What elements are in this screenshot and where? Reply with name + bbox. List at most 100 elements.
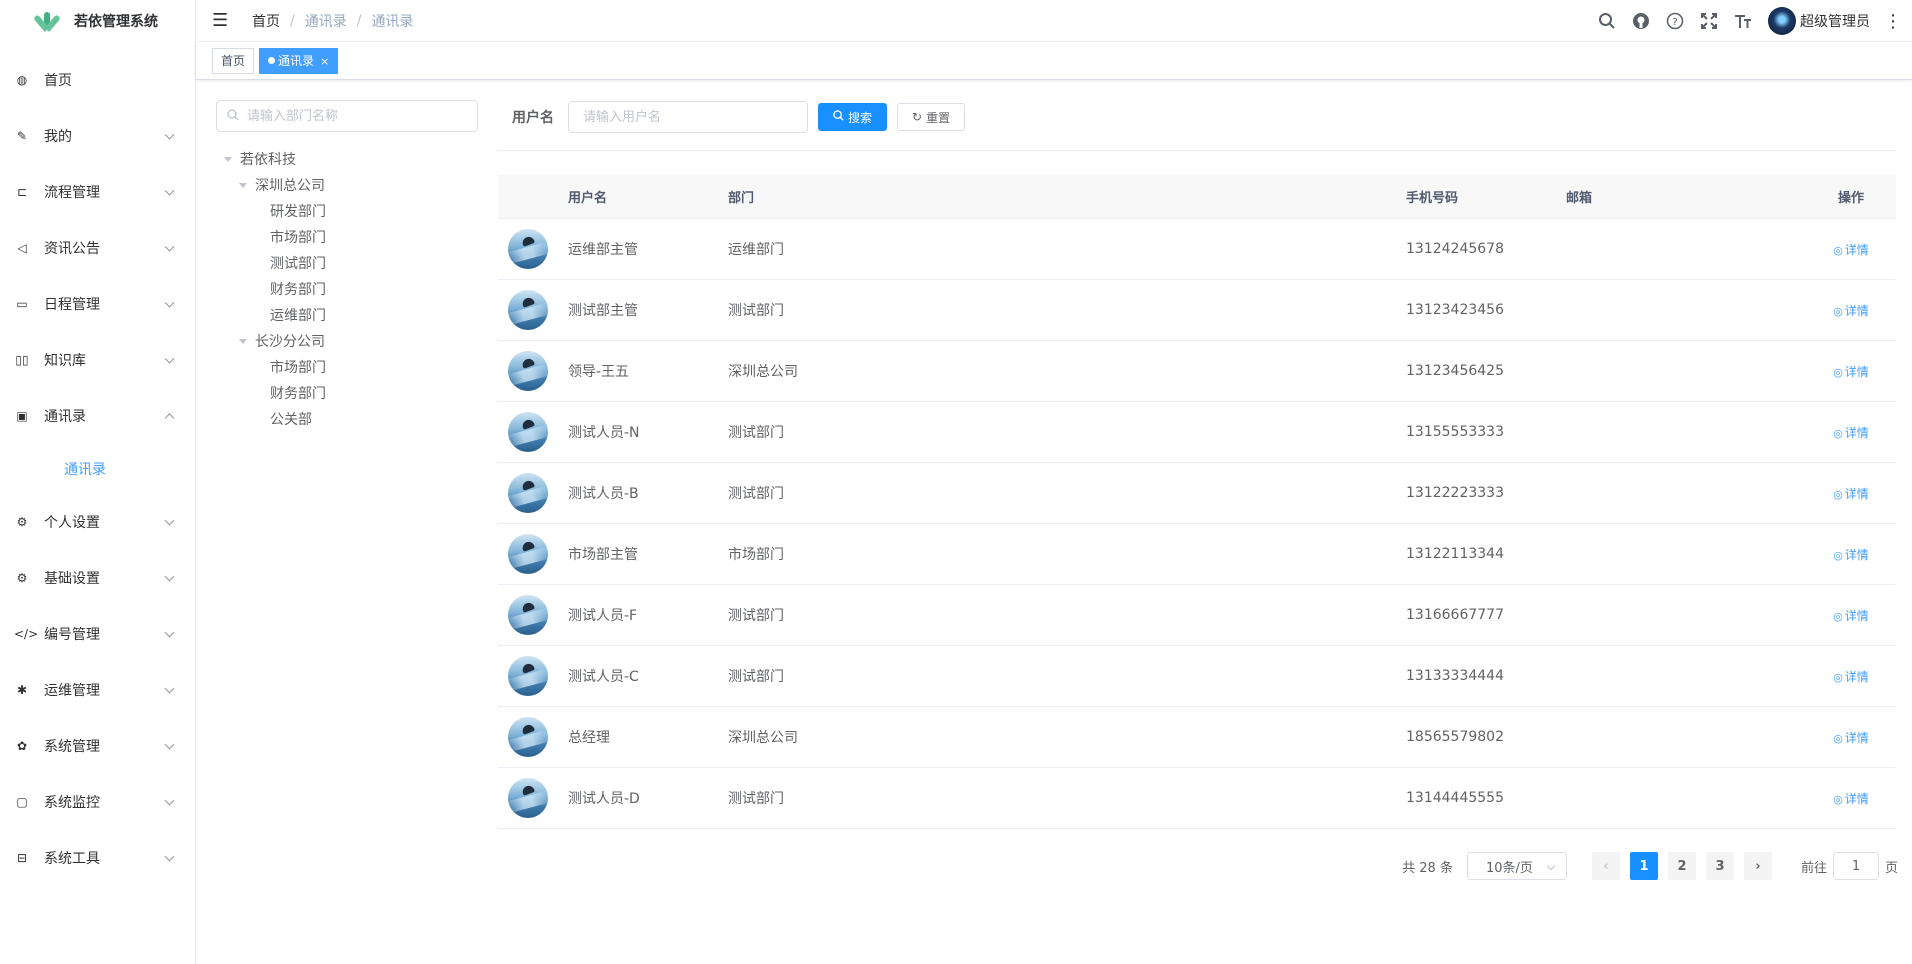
active-dot-icon: [268, 56, 276, 64]
avatar: [508, 534, 548, 574]
sidebar-item[interactable]: ⚙ 基础设置: [0, 550, 195, 606]
sidebar-item[interactable]: ✿ 系统管理: [0, 718, 195, 774]
fullscreen-icon[interactable]: [1692, 0, 1726, 42]
breadcrumb-item[interactable]: 首页: [252, 11, 280, 31]
breadcrumb-item[interactable]: 通讯录: [305, 11, 347, 31]
contacts-icon: ▣: [16, 409, 28, 423]
main-content: 用户名 搜索 ↻ 重置 用户名 部门 手机号码 邮箱 操作 运维部主管 运维部门 1…: [498, 100, 1896, 829]
table-row: 测试人员-B 测试部门 13122223333 ◎ 详情: [498, 463, 1896, 524]
detail-link[interactable]: ◎ 详情: [1833, 670, 1869, 684]
tree-node[interactable]: 财务部门: [216, 380, 478, 406]
table-row: 测试人员-N 测试部门 13155553333 ◎ 详情: [498, 402, 1896, 463]
page-button[interactable]: 3: [1705, 852, 1734, 880]
detail-link[interactable]: ◎ 详情: [1833, 487, 1869, 501]
avatar: [508, 229, 548, 269]
caret-down-icon[interactable]: [239, 338, 247, 344]
bug-icon: ✱: [16, 683, 28, 697]
eye-icon: ◎: [1833, 670, 1843, 684]
dept-search: [216, 100, 478, 132]
detail-link[interactable]: ◎ 详情: [1833, 731, 1869, 745]
cell-phone: 18565579802: [1406, 729, 1504, 745]
sidebar-item[interactable]: ✎ 我的: [0, 108, 195, 164]
cell-dept: 测试部门: [728, 669, 784, 685]
app-title: 若依管理系统: [74, 14, 158, 30]
caret-down-icon[interactable]: [239, 182, 247, 188]
sidebar-item[interactable]: ▢ 系统监控: [0, 774, 195, 830]
navbar: ☰ 首页 / 通讯录 / 通讯录 ? 超级管理员 ⋮: [196, 0, 1912, 42]
cell-dept: 测试部门: [728, 486, 784, 502]
tree-node[interactable]: 财务部门: [216, 276, 478, 302]
user-menu[interactable]: 超级管理员: [1768, 7, 1870, 35]
tree-node-label: 财务部门: [270, 282, 326, 298]
cell-dept: 运维部门: [728, 242, 784, 258]
page-button[interactable]: 1: [1629, 852, 1658, 880]
user-table: 用户名 部门 手机号码 邮箱 操作 运维部主管 运维部门 13124245678 ◎ 详…: [498, 175, 1896, 829]
search-icon: [833, 110, 844, 124]
detail-link[interactable]: ◎ 详情: [1833, 548, 1869, 562]
table-row: 测试部主管 测试部门 13123423456 ◎ 详情: [498, 280, 1896, 341]
tree-node[interactable]: 运维部门: [216, 302, 478, 328]
tree-node[interactable]: 测试部门: [216, 250, 478, 276]
hamburger-icon[interactable]: ☰: [212, 10, 232, 31]
sidebar-item[interactable]: ▣ 通讯录: [0, 388, 195, 444]
table-row: 市场部主管 市场部门 13122113344 ◎ 详情: [498, 524, 1896, 585]
dashboard-icon: ◍: [16, 73, 28, 87]
sidebar-item[interactable]: ⚙ 个人设置: [0, 494, 195, 550]
sidebar-item[interactable]: ⊏ 流程管理: [0, 164, 195, 220]
column-header: 邮箱: [1566, 191, 1593, 206]
font-size-icon[interactable]: [1726, 0, 1760, 42]
tree-node[interactable]: 长沙分公司: [216, 328, 478, 354]
sidebar-item[interactable]: ◁ 资讯公告: [0, 220, 195, 276]
chevron-down-icon: [164, 683, 175, 694]
detail-link[interactable]: ◎ 详情: [1833, 243, 1869, 257]
cell-phone: 13133334444: [1406, 668, 1504, 684]
sidebar-item[interactable]: </> 编号管理: [0, 606, 195, 662]
more-icon[interactable]: ⋮: [1884, 11, 1902, 32]
sidebar-item-label: 日程管理: [44, 297, 100, 313]
reset-button[interactable]: ↻ 重置: [897, 103, 966, 131]
tree-node[interactable]: 研发部门: [216, 198, 478, 224]
page-size-select[interactable]: 10条/页: [1466, 852, 1567, 880]
tree-node[interactable]: 市场部门: [216, 224, 478, 250]
page-button[interactable]: 2: [1667, 852, 1696, 880]
toolbox-icon: ⊟: [16, 851, 28, 865]
close-icon[interactable]: ×: [320, 55, 329, 68]
username-input[interactable]: [568, 101, 808, 133]
github-icon[interactable]: [1624, 0, 1658, 42]
sidebar-item[interactable]: ◍ 首页: [0, 52, 195, 108]
dept-search-input[interactable]: [247, 108, 447, 124]
tag-home[interactable]: 首页: [212, 47, 255, 74]
detail-link[interactable]: ◎ 详情: [1833, 304, 1869, 318]
help-icon[interactable]: ?: [1658, 0, 1692, 42]
sidebar-item[interactable]: ✱ 运维管理: [0, 662, 195, 718]
sidebar-item[interactable]: ▯▯ 知识库: [0, 332, 195, 388]
cell-username: 领导-王五: [568, 364, 630, 380]
chevron-down-icon: [164, 185, 175, 196]
next-page-button[interactable]: ›: [1743, 852, 1772, 880]
search-icon[interactable]: [1590, 0, 1624, 42]
svg-text:?: ?: [1672, 17, 1677, 28]
sidebar-menu: ◍ 首页 ✎ 我的 ⊏ 流程管理 ◁ 资讯公告 ▭ 日程管理 ▯▯ 知识库 ▣ 通讯录 通讯录 ⚙ 个人设置 ⚙ 基…: [0, 52, 195, 886]
table-row: 测试人员-C 测试部门 13133334444 ◎ 详情: [498, 646, 1896, 707]
tag-contacts[interactable]: 通讯录 ×: [259, 47, 339, 74]
breadcrumb: 首页 / 通讯录 / 通讯录: [252, 11, 414, 31]
tree-node[interactable]: 深圳总公司: [216, 172, 478, 198]
tree-node[interactable]: 若依科技: [216, 146, 478, 172]
tree-node[interactable]: 公关部: [216, 406, 478, 432]
sidebar-item[interactable]: ⊟ 系统工具: [0, 830, 195, 886]
detail-link[interactable]: ◎ 详情: [1833, 609, 1869, 623]
prev-page-button[interactable]: ‹: [1591, 852, 1620, 880]
search-button[interactable]: 搜索: [818, 103, 888, 131]
detail-link[interactable]: ◎ 详情: [1833, 792, 1869, 806]
goto-page-input[interactable]: [1832, 852, 1879, 880]
detail-link[interactable]: ◎ 详情: [1833, 426, 1869, 440]
caret-down-icon[interactable]: [224, 156, 232, 162]
logo[interactable]: 若依管理系统: [0, 0, 195, 42]
sidebar-subitem-contacts[interactable]: 通讯录: [0, 444, 195, 494]
user-name: 超级管理员: [1800, 14, 1870, 30]
sidebar-item[interactable]: ▭ 日程管理: [0, 276, 195, 332]
logo-icon: [32, 10, 62, 32]
eye-icon: ◎: [1833, 365, 1843, 379]
detail-link[interactable]: ◎ 详情: [1833, 365, 1869, 379]
tree-node[interactable]: 市场部门: [216, 354, 478, 380]
